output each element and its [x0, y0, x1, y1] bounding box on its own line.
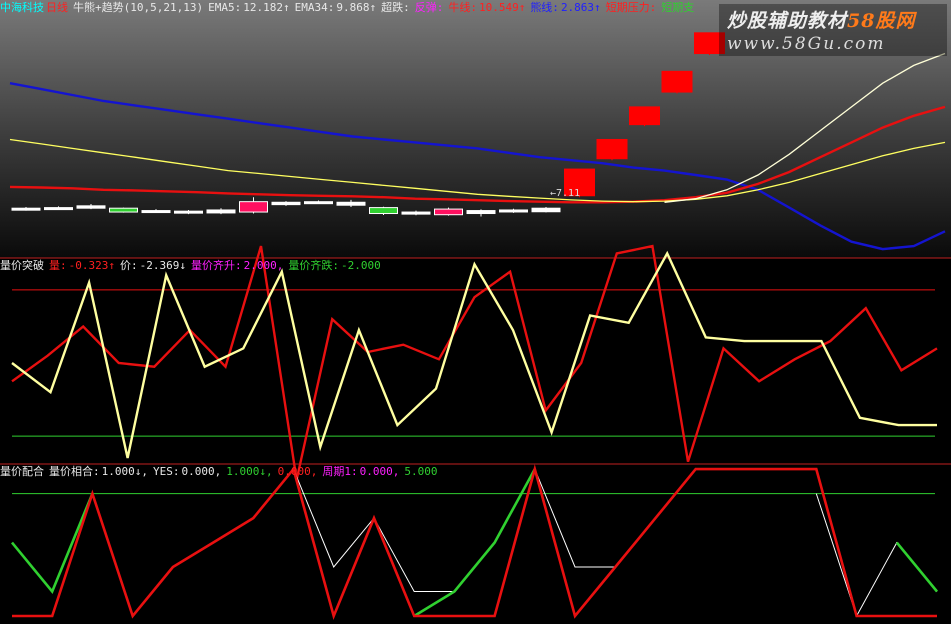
- breakthrough-panel-header: 量价突破 量: -0.323↑ 价: -2.369↓ 量价齐升: 2.000, 量价齐跌: -2…: [0, 258, 951, 274]
- overfall-label: 超跌:: [381, 1, 410, 14]
- up-label: 量价齐升:: [190, 259, 242, 272]
- yes-label: YES:: [152, 465, 180, 478]
- green-value: 1.000↓,: [226, 465, 273, 478]
- ema34-label: EMA34:: [294, 1, 335, 14]
- watermark: 炒股辅助教材58股网 www.58Gu.com: [719, 4, 947, 56]
- candle-body: [401, 211, 431, 215]
- candle-body: [141, 210, 171, 214]
- period-label: 周期1:: [322, 465, 358, 478]
- low-price-annotation: ←7.11: [550, 188, 581, 199]
- up-value: 2.000,: [243, 259, 284, 272]
- candle-body: [531, 207, 561, 213]
- last-value: 5.000: [404, 465, 438, 478]
- watermark-line1: 炒股辅助教材58股网: [727, 10, 916, 32]
- candle-body: [11, 207, 41, 211]
- candle-body: [434, 208, 463, 216]
- yes-value: 0.000,: [181, 465, 222, 478]
- candle-body: [304, 201, 333, 205]
- ema5-value: 12.182↑: [243, 1, 290, 14]
- rebound-label: 反弹:: [414, 1, 444, 14]
- match-label: 量价相合:: [49, 465, 100, 478]
- price-label: 价:: [119, 259, 138, 272]
- period-value: 0.000,: [359, 465, 400, 478]
- cooperation-panel-header: 量价配合 量价相合: 1.000↓, YES: 0.000, 1.000↓, 0.000, 周…: [0, 464, 951, 480]
- candle-body: [661, 70, 693, 93]
- candle-body: [174, 210, 203, 214]
- cooperation-panel-background: [0, 464, 951, 624]
- candle-body: [206, 209, 236, 214]
- candle-body: [239, 201, 268, 213]
- short-pressure-label: 短期压力:: [605, 1, 657, 14]
- candle-body: [466, 210, 496, 215]
- bear-label: 熊线:: [530, 1, 559, 14]
- breakthrough-panel-background: [0, 258, 951, 464]
- bull-label: 牛线:: [448, 1, 477, 14]
- candle-body: [44, 207, 73, 211]
- candle-body: [336, 201, 366, 206]
- period-label[interactable]: 日线: [46, 1, 68, 14]
- bear-value: 2.863↑: [560, 1, 601, 14]
- price-value: -2.369↓: [139, 259, 186, 272]
- ema5-label: EMA5:: [208, 1, 242, 14]
- down-label: 量价齐跌:: [288, 259, 339, 272]
- candle-body: [369, 207, 398, 215]
- watermark-line2: www.58Gu.com: [727, 34, 886, 54]
- stock-name[interactable]: 中海科技: [0, 1, 44, 14]
- candle-body: [271, 201, 301, 206]
- candle-body: [629, 106, 660, 126]
- candle-body: [499, 209, 528, 213]
- match-value: 1.000↓,: [101, 465, 148, 478]
- short-support-label: 短期支: [661, 1, 695, 14]
- vol-value: -0.323↑: [68, 259, 115, 272]
- stock-chart[interactable]: [0, 0, 951, 624]
- ema34-value: 9.868↑: [336, 1, 377, 14]
- candle-body: [76, 205, 106, 209]
- indicator-name: 牛熊+趋势(10,5,21,13): [73, 1, 204, 14]
- breakthrough-title: 量价突破: [0, 259, 44, 272]
- down-value: -2.000: [340, 259, 381, 272]
- vol-label: 量:: [49, 259, 67, 272]
- candle-body: [596, 138, 628, 160]
- bull-value: 10.549↑: [478, 1, 526, 14]
- red-value: 0.000,: [277, 465, 318, 478]
- cooperation-title: 量价配合: [0, 465, 44, 478]
- candle-body: [109, 207, 138, 213]
